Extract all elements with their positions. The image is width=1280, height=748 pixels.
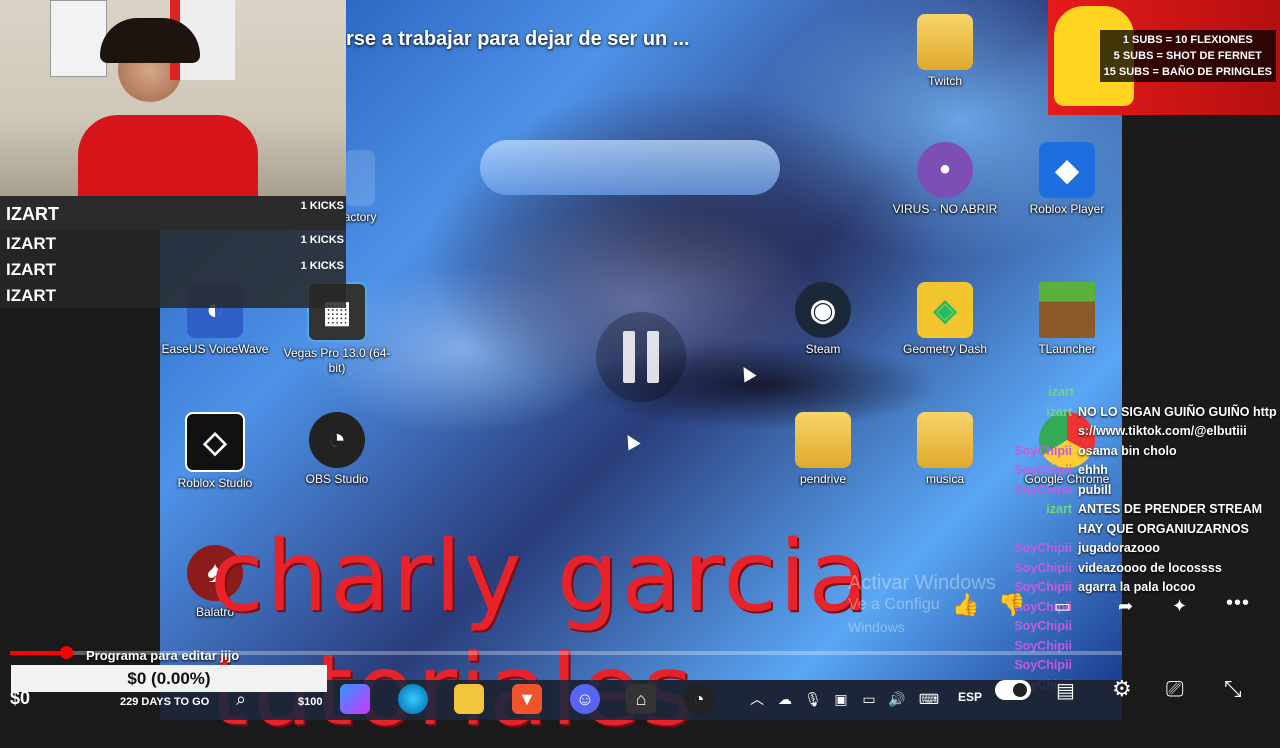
captions-icon[interactable]: ▭ <box>1054 596 1071 617</box>
glasses-reflection <box>480 140 780 195</box>
desktop-icon-obs[interactable]: ◔ OBS Studio <box>282 412 392 487</box>
sparkle-icon[interactable]: ✦ <box>1172 596 1187 617</box>
minecraft-block-icon <box>1039 282 1095 338</box>
keyboard-icon[interactable]: ⌨ <box>914 684 944 714</box>
streamer-hair <box>100 18 200 63</box>
chat-overlay: izart izart NO LO SIGAN GUIÑO GUIÑO http… <box>1012 383 1278 695</box>
chat-message: izart <box>1048 385 1074 399</box>
donation-total: $0 <box>10 688 31 708</box>
thumbs-down-icon[interactable]: 👎 <box>998 592 1025 618</box>
chat-message: izart NO LO SIGAN GUIÑO GUIÑO https://ww… <box>1046 404 1277 439</box>
obs-taskbar-icon[interactable]: ◔ <box>684 684 714 714</box>
display-icon[interactable]: ▭ <box>854 684 884 714</box>
folder-icon <box>917 14 973 70</box>
home-icon[interactable]: ⌂ <box>626 684 656 714</box>
streamer-shirt <box>78 115 258 196</box>
folder-icon <box>917 412 973 468</box>
subs-goal-line: 1 SUBS = 10 FLEXIONES <box>1122 34 1253 46</box>
kick-row: IZART 1 KICKS <box>0 196 346 230</box>
tray-icon[interactable]: ▣ <box>826 684 856 714</box>
volume-icon[interactable]: 🔊 <box>882 684 912 714</box>
kick-row: IZART 1 KICKS <box>0 256 346 282</box>
donation-goal-amount: $100 <box>298 696 323 708</box>
chat-message: izart ANTES DE PRENDER STREAM HAY QUE OR… <box>1046 502 1263 536</box>
folder-icon <box>795 412 851 468</box>
chapter-label: Programa para editar jijo <box>86 648 240 663</box>
share-icon[interactable]: ➦ <box>1118 596 1133 617</box>
chevron-up-icon[interactable]: ︿ <box>742 684 772 714</box>
subs-goals-overlay: 1 SUBS = 10 FLEXIONES 5 SUBS = SHOT DE F… <box>1048 0 1280 115</box>
days-remaining: 229 DAYS TO GO <box>120 696 210 708</box>
chat-message: SoyChipii videazoooo de locossss <box>1014 560 1222 575</box>
subs-goal-line: 5 SUBS = SHOT DE FERNET <box>1113 50 1262 62</box>
thumbs-up-icon[interactable]: 👍 <box>952 592 979 618</box>
roblox-studio-icon: ◇ <box>185 412 245 472</box>
desktop-icon-musica[interactable]: musica <box>890 412 1000 487</box>
scrubber-handle[interactable] <box>59 646 73 659</box>
pause-icon <box>623 331 635 383</box>
desktop-icon-tlauncher[interactable]: TLauncher <box>1012 282 1122 357</box>
obs-icon: ◔ <box>309 412 365 468</box>
kicks-alert-list: IZART 1 KICKS IZART 1 KICKS IZART 1 KICK… <box>0 196 346 308</box>
brave-icon[interactable]: ▼ <box>512 684 542 714</box>
webcam-feed <box>0 0 346 196</box>
desktop-icon-virus[interactable]: • VIRUS - NO ABRIR <box>890 142 1000 217</box>
discord-icon[interactable]: ☺ <box>570 684 600 714</box>
geometry-dash-icon: ◈ <box>917 282 973 338</box>
subtitles-icon[interactable]: ▤ <box>1056 678 1075 703</box>
progress-fill <box>10 651 66 655</box>
microphone-icon[interactable]: 🎙 <box>798 684 828 714</box>
desktop-icon-roblox-player[interactable]: ◆ Roblox Player <box>1012 142 1122 217</box>
desktop-icon-roblox-studio[interactable]: ◇ Roblox Studio <box>160 412 270 491</box>
file-explorer-icon[interactable] <box>454 684 484 714</box>
gear-icon[interactable]: ⚙ <box>1112 676 1132 702</box>
chat-message: SoyChipii jugadorazooo <box>1014 541 1160 555</box>
roblox-icon: ◆ <box>1039 142 1095 198</box>
desktop-icon-twitch[interactable]: Twitch <box>890 14 1000 89</box>
exit-fullscreen-icon[interactable]: ⤡ <box>1224 676 1242 702</box>
donation-goal-bar: $0 (0.00%) <box>11 665 327 692</box>
kick-row: IZART <box>0 282 346 308</box>
desktop-icon-geometry-dash[interactable]: ◈ Geometry Dash <box>890 282 1000 357</box>
more-icon[interactable]: ••• <box>1226 592 1250 615</box>
chat-message: SoyChipii <box>1014 658 1072 672</box>
desktop-icon-steam[interactable]: ◉ Steam <box>768 282 878 357</box>
kick-row: IZART 1 KICKS <box>0 230 346 256</box>
app-icon <box>345 150 375 206</box>
subs-goal-line: 15 SUBS = BAÑO DE PRINGLES <box>1103 66 1272 78</box>
chat-message: SoyChipii pubill <box>1014 482 1112 497</box>
desktop-icon-pendrive[interactable]: pendrive <box>768 412 878 487</box>
cast-icon[interactable]: ⎚ <box>1166 676 1184 702</box>
language-indicator[interactable]: ESP <box>958 690 982 704</box>
steam-icon: ◉ <box>795 282 851 338</box>
chat-message: SoyChipii <box>1014 619 1072 633</box>
autoplay-toggle[interactable] <box>995 680 1031 700</box>
edge-icon[interactable] <box>398 684 428 714</box>
jersey-decoration <box>50 0 107 77</box>
chat-message: SoyChipii osama bin cholo <box>1014 443 1177 458</box>
pause-button[interactable] <box>596 312 686 402</box>
network-icon[interactable]: ☁ <box>770 684 800 714</box>
purple-creature-icon: • <box>917 142 973 198</box>
chat-message: SoyChipii ehhh <box>1014 463 1108 477</box>
video-title: rse a trabajar para dejar de ser un ... <box>346 28 690 50</box>
copilot-icon[interactable] <box>340 684 370 714</box>
